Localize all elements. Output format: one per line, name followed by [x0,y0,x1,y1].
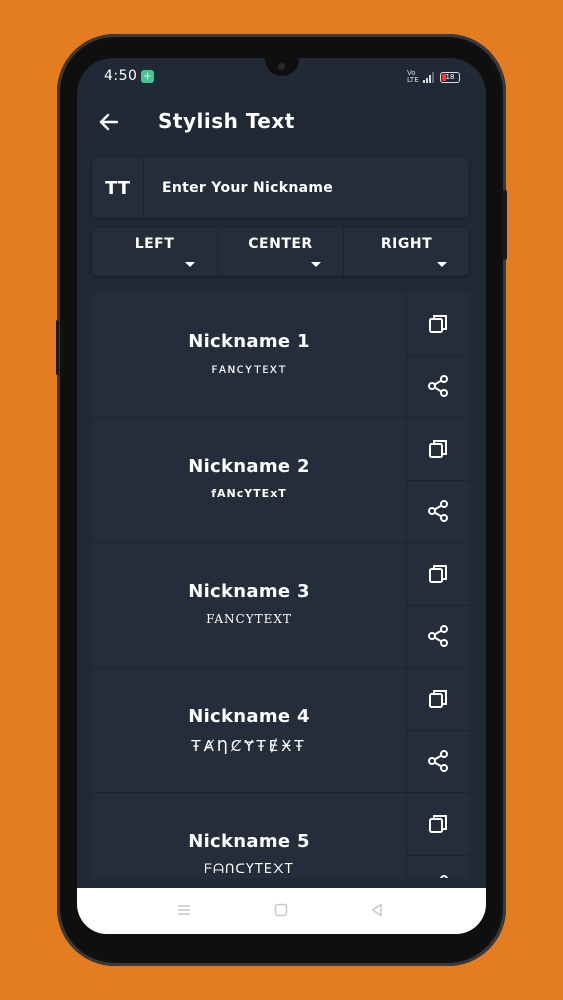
row-actions [406,793,469,878]
nickname-title: Nickname 2 [188,456,310,477]
alignment-selector: LEFT CENTER RIGHT [92,228,469,276]
copy-button[interactable] [407,293,469,355]
dropdown-arrow-icon [437,262,447,267]
share-button[interactable] [407,729,469,793]
copy-button[interactable] [407,668,469,730]
fancy-text: ᖴᗩᑎᑕYTE᙭T [204,862,294,877]
dropdown-arrow-icon [185,262,195,267]
copy-icon [429,314,447,333]
list-item-text: Nickname 3 FANCYTEXT [92,543,406,667]
battery-level: 18 [445,72,455,81]
copy-icon [429,814,447,833]
list-item: Nickname 2 fANcYTExT [92,418,469,543]
dropdown-arrow-icon [311,262,321,267]
list-item-text: Nickname 2 fANcYTExT [92,418,406,542]
align-left-button[interactable]: LEFT [92,228,217,276]
list-item-text: Nickname 5 ᖴᗩᑎᑕYTE᙭T [92,793,406,878]
copy-icon [429,689,447,708]
copy-button[interactable] [407,418,469,480]
results-list[interactable]: Nickname 1 ꜰᴀɴᴄʏᴛᴇxᴛ Nickname 2 fANcYTEx… [92,293,469,878]
share-button[interactable] [407,604,469,668]
list-item: Nickname 1 ꜰᴀɴᴄʏᴛᴇxᴛ [92,293,469,418]
align-left-label: LEFT [134,236,175,252]
fancy-text: ꜰᴀɴᴄʏᴛᴇxᴛ [211,362,287,377]
volume-button [56,320,59,375]
share-button[interactable] [407,479,469,543]
camera-icon [276,61,287,72]
nickname-title: Nickname 3 [188,581,310,602]
battery-icon: 18 [440,71,460,83]
fancy-text: fANcYTExT [211,487,287,500]
share-button[interactable] [407,854,469,878]
list-item-text: Nickname 4 ŦȺȠȻɎŦɆӾŦ [92,668,406,792]
page-title: Stylish Text [158,109,295,133]
align-right-button[interactable]: RIGHT [343,228,469,276]
align-right-label: RIGHT [380,236,433,252]
align-center-button[interactable]: CENTER [217,228,343,276]
fancy-text: ŦȺȠȻɎŦɆӾŦ [191,737,307,755]
list-item: Nickname 4 ŦȺȠȻɎŦɆӾŦ [92,668,469,793]
share-icon [428,625,448,648]
back-button[interactable] [93,106,125,138]
nickname-input-card: TT [92,158,469,218]
volte-icon: Vo LTE [407,69,419,84]
row-actions [406,668,469,792]
power-button [503,190,507,260]
status-right: Vo LTE 18 [407,70,460,84]
copy-button[interactable] [407,543,469,605]
row-actions [406,543,469,667]
list-item: Nickname 5 ᖴᗩᑎᑕYTE᙭T [92,793,469,878]
align-center-label: CENTER [248,236,313,252]
copy-button[interactable] [407,793,469,855]
share-button[interactable] [407,354,469,418]
copy-icon [429,564,447,583]
share-icon [428,375,448,398]
notification-icon: + [141,70,154,83]
text-format-icon: TT [92,158,144,218]
share-icon [428,750,448,773]
list-item: Nickname 3 FANCYTEXT [92,543,469,668]
share-icon [440,875,448,878]
home-icon[interactable] [273,902,289,918]
back-triangle-icon[interactable] [369,902,385,918]
status-time: 4:50 [104,68,138,84]
screen: 4:50 + Vo LTE 18 Stylish Text TT LEFT CE [77,58,486,934]
signal-icon [423,71,434,83]
arrow-left-icon [99,113,119,131]
nickname-title: Nickname 4 [188,706,310,727]
nickname-title: Nickname 5 [188,831,310,852]
copy-icon [429,439,447,458]
row-actions [406,293,469,417]
nickname-title: Nickname 1 [188,331,310,352]
fancy-text: FANCYTEXT [206,612,292,626]
app-bar: Stylish Text [77,96,486,148]
nickname-input[interactable] [144,158,469,218]
list-item-text: Nickname 1 ꜰᴀɴᴄʏᴛᴇxᴛ [92,293,406,417]
menu-icon[interactable] [176,902,192,918]
status-bar: 4:50 + Vo LTE 18 [77,58,486,96]
navigation-bar [77,888,486,934]
share-icon [428,500,448,523]
row-actions [406,418,469,542]
